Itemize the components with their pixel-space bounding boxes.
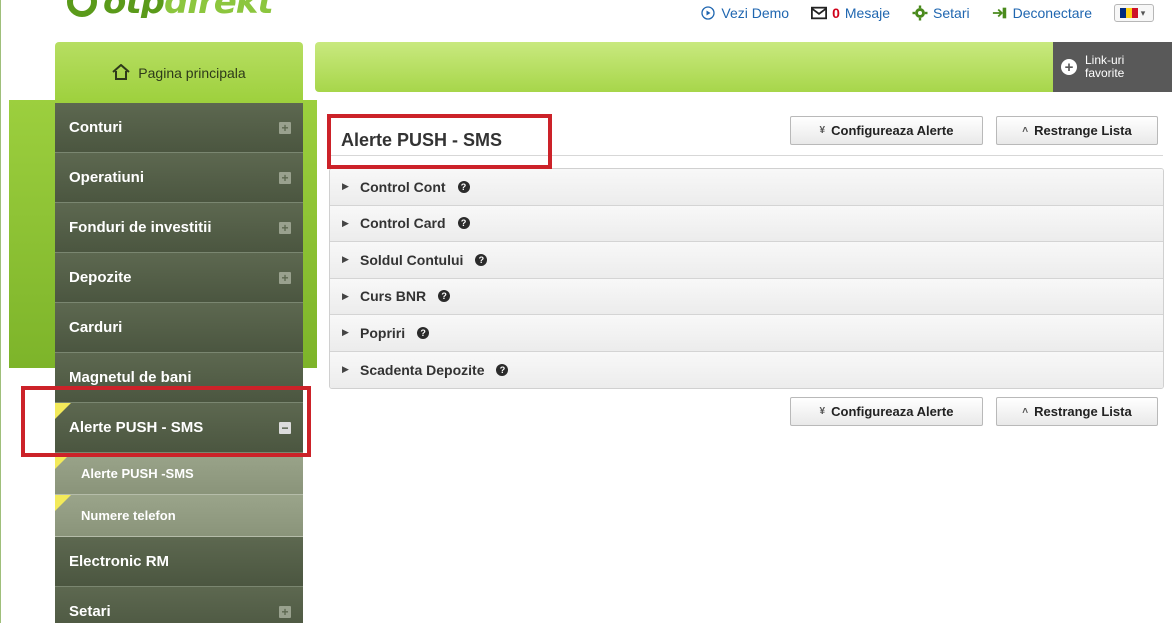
expand-plus-icon[interactable]: + bbox=[279, 171, 291, 184]
settings-label: Setari bbox=[933, 5, 970, 21]
caret-right-icon: ▶ bbox=[342, 364, 349, 375]
logo-ring-icon bbox=[67, 0, 97, 17]
accordion-row-soldul-contului[interactable]: ▶ Soldul Contului ? bbox=[330, 242, 1163, 279]
caret-right-icon: ▶ bbox=[342, 327, 349, 338]
caret-right-icon: ▶ bbox=[342, 290, 349, 301]
play-circle-icon bbox=[700, 5, 716, 21]
sidebar-item-label: Conturi bbox=[69, 119, 123, 136]
sidebar-item-setari[interactable]: Setari + bbox=[55, 587, 303, 623]
double-chevron-down-icon: ¥ bbox=[819, 406, 826, 417]
accordion-label: Scadenta Depozite bbox=[360, 361, 485, 378]
sidebar-subitem-label: Numere telefon bbox=[81, 508, 176, 523]
favorites-label-line1: Link-uri bbox=[1085, 53, 1125, 67]
messages-label: Mesaje bbox=[844, 5, 891, 21]
demo-label: Vezi Demo bbox=[721, 5, 790, 21]
accordion-row-control-card[interactable]: ▶ Control Card ? bbox=[330, 205, 1163, 242]
help-question-icon[interactable]: ? bbox=[496, 363, 509, 376]
double-chevron-down-icon: ¥ bbox=[819, 125, 826, 136]
help-question-icon[interactable]: ? bbox=[475, 253, 488, 266]
gear-icon bbox=[912, 5, 928, 21]
main-header-band bbox=[315, 42, 1055, 92]
favorite-links-button[interactable]: + Link-uri favorite bbox=[1053, 42, 1172, 92]
caret-right-icon: ▶ bbox=[342, 181, 349, 192]
logout-arrow-icon bbox=[992, 5, 1008, 21]
help-question-icon[interactable]: ? bbox=[457, 217, 470, 230]
accordion-label: Control Card bbox=[360, 215, 446, 232]
expand-plus-icon[interactable]: + bbox=[279, 221, 291, 234]
accordion-label: Control Cont bbox=[360, 178, 446, 195]
button-label: Configureaza Alerte bbox=[831, 404, 954, 419]
plus-circle-icon: + bbox=[1061, 59, 1077, 75]
language-flag-selector[interactable]: ▾ bbox=[1114, 4, 1154, 22]
home-label: Pagina principala bbox=[138, 65, 246, 81]
logout-link[interactable]: Deconectare bbox=[992, 5, 1092, 21]
highlight-box-sidebar-alerts bbox=[21, 386, 311, 457]
sidebar-item-label: Magnetul de bani bbox=[69, 369, 192, 386]
accordion-label: Popriri bbox=[360, 324, 406, 341]
double-chevron-up-icon: ˄ bbox=[1022, 406, 1029, 417]
favorites-label: Link-uri favorite bbox=[1085, 54, 1124, 80]
double-chevron-up-icon: ˄ bbox=[1022, 125, 1029, 136]
chevron-down-icon: ▾ bbox=[1140, 8, 1146, 18]
sidebar-menu: Conturi + Operatiuni + Fonduri de invest… bbox=[55, 103, 303, 623]
help-question-icon[interactable]: ? bbox=[438, 290, 451, 303]
sidebar-item-label: Fonduri de investitii bbox=[69, 219, 212, 236]
collapse-list-button-bottom[interactable]: ˄ Restrange Lista bbox=[996, 397, 1158, 426]
logout-label: Deconectare bbox=[1012, 5, 1092, 21]
button-label: Configureaza Alerte bbox=[831, 123, 954, 138]
alerts-accordion: ▶ Control Cont ? ▶ Control Card ? ▶ Sold… bbox=[329, 168, 1164, 389]
sidebar-item-label: Electronic RM bbox=[69, 553, 170, 570]
expand-plus-icon[interactable]: + bbox=[279, 121, 291, 134]
expand-plus-icon[interactable]: + bbox=[279, 605, 291, 618]
sidebar-item-electronic-rm[interactable]: Electronic RM bbox=[55, 537, 303, 587]
accordion-label: Soldul Contului bbox=[360, 251, 464, 268]
button-label: Restrange Lista bbox=[1034, 404, 1132, 419]
demo-link[interactable]: Vezi Demo bbox=[700, 5, 789, 21]
accordion-row-control-cont[interactable]: ▶ Control Cont ? bbox=[330, 169, 1163, 206]
sidebar-item-label: Setari bbox=[69, 603, 111, 620]
favorites-label-line2: favorite bbox=[1085, 66, 1125, 80]
caret-right-icon: ▶ bbox=[342, 217, 349, 228]
messages-link[interactable]: 0 Mesaje bbox=[811, 5, 890, 21]
help-question-icon[interactable]: ? bbox=[417, 326, 430, 339]
caret-right-icon: ▶ bbox=[342, 254, 349, 265]
logo-main-text: otp bbox=[103, 0, 165, 18]
accordion-row-popriri[interactable]: ▶ Popriri ? bbox=[330, 315, 1163, 352]
accordion-label: Curs BNR bbox=[360, 288, 427, 305]
messages-count: 0 bbox=[832, 5, 840, 21]
envelope-icon bbox=[811, 5, 828, 21]
otp-direkt-logo[interactable]: otpdirekt bbox=[67, 0, 273, 18]
sidebar-item-label: Carduri bbox=[69, 319, 123, 336]
sidebar-subitem-label: Alerte PUSH -SMS bbox=[81, 466, 194, 481]
top-navigation: Vezi Demo 0 Mesaje Setari Deconectare ▾ bbox=[700, 4, 1154, 22]
accordion-row-scadenta-depozite[interactable]: ▶ Scadenta Depozite ? bbox=[330, 351, 1163, 388]
new-badge-corner bbox=[55, 495, 71, 511]
logo-suffix-text: direkt bbox=[164, 0, 273, 18]
home-tab[interactable]: Pagina principala bbox=[55, 42, 303, 104]
help-question-icon[interactable]: ? bbox=[457, 180, 470, 193]
sidebar-item-operatiuni[interactable]: Operatiuni + bbox=[55, 153, 303, 203]
sidebar-item-fonduri[interactable]: Fonduri de investitii + bbox=[55, 203, 303, 253]
sidebar-item-label: Depozite bbox=[69, 269, 132, 286]
sidebar-subitem-alerte-push[interactable]: Alerte PUSH -SMS bbox=[55, 453, 303, 495]
accordion-row-curs-bnr[interactable]: ▶ Curs BNR ? bbox=[330, 278, 1163, 315]
configure-alerts-button-bottom[interactable]: ¥ Configureaza Alerte bbox=[790, 397, 983, 426]
settings-link[interactable]: Setari bbox=[912, 5, 970, 21]
sidebar-item-label: Operatiuni bbox=[69, 169, 145, 186]
sidebar-item-depozite[interactable]: Depozite + bbox=[55, 253, 303, 303]
expand-plus-icon[interactable]: + bbox=[279, 271, 291, 284]
sidebar-item-conturi[interactable]: Conturi + bbox=[55, 103, 303, 153]
highlight-box-page-title bbox=[327, 114, 552, 169]
button-label: Restrange Lista bbox=[1034, 123, 1132, 138]
sidebar-subitem-numere-telefon[interactable]: Numere telefon bbox=[55, 495, 303, 537]
sidebar-item-carduri[interactable]: Carduri bbox=[55, 303, 303, 353]
home-icon bbox=[112, 63, 130, 83]
collapse-list-button[interactable]: ˄ Restrange Lista bbox=[996, 116, 1158, 145]
configure-alerts-button[interactable]: ¥ Configureaza Alerte bbox=[790, 116, 983, 145]
